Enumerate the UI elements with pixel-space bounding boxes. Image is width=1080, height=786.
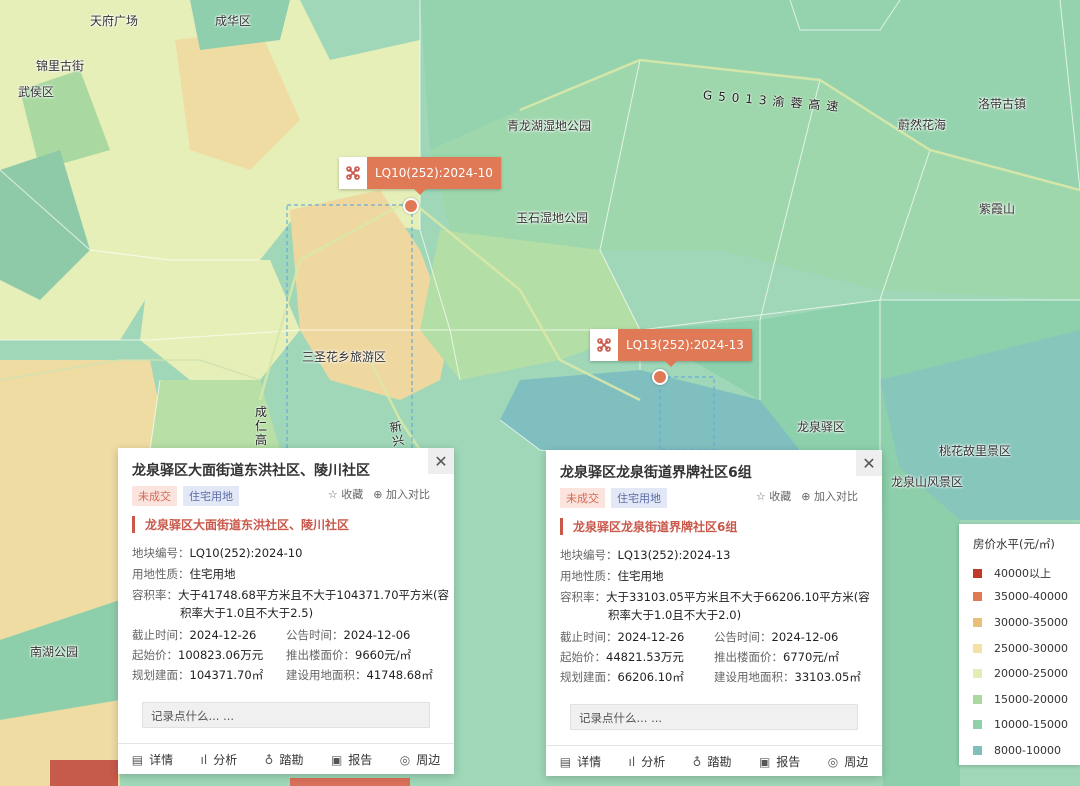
place-label: 成华区: [215, 14, 252, 28]
legend-swatch: [973, 746, 982, 755]
legend-item[interactable]: 35000-40000: [973, 590, 1068, 603]
close-icon[interactable]: ✕: [856, 450, 882, 476]
legend-swatch: [973, 695, 982, 704]
legend-item[interactable]: 20000-25000: [973, 667, 1068, 680]
field-floor-price: 推出楼面价：9660元/㎡: [286, 648, 412, 662]
field-start-price: 起始价：44821.53万元: [560, 650, 684, 664]
report-button[interactable]: ▣ 报告: [759, 753, 800, 770]
place-label: 龙泉驿区: [797, 420, 846, 434]
favorite-button[interactable]: ☆ 收藏: [756, 488, 791, 504]
target-icon: ◎: [399, 752, 411, 767]
field-start-price: 起始价：100823.06万元: [132, 648, 264, 662]
land-pin[interactable]: [403, 198, 419, 214]
drone-icon: [339, 157, 367, 189]
status-badge: 未成交: [132, 486, 177, 506]
footprint-icon: ♁: [264, 752, 274, 767]
nearby-button[interactable]: ◎ 周边: [400, 751, 441, 768]
field-far: 容积率：大于41748.68平方米且不大于104371.70平方米(容: [132, 588, 450, 602]
field-deadline: 截止时间：2024-12-26: [132, 628, 257, 642]
field-use: 用地性质：住宅用地: [560, 569, 664, 583]
legend-item[interactable]: 15000-20000: [973, 693, 1068, 706]
place-label: 三圣花乡旅游区: [302, 350, 387, 364]
popup-title: 龙泉驿区大面街道东洪社区、陵川社区: [132, 463, 370, 479]
legend-swatch: [973, 720, 982, 729]
marker-label: LQ13(252):2024-13: [618, 329, 752, 361]
note-input[interactable]: 记录点什么... ...: [142, 702, 430, 728]
target-icon: ◎: [827, 754, 839, 769]
land-info-popup: ✕ 龙泉驿区大面街道东洪社区、陵川社区 未成交 住宅用地 ☆ 收藏 ⊕ 加入对比…: [118, 448, 454, 774]
status-badge: 未成交: [560, 488, 605, 508]
legend-item[interactable]: 30000-35000: [973, 616, 1068, 629]
field-id: 地块编号：LQ13(252):2024-13: [560, 548, 731, 562]
close-icon[interactable]: ✕: [428, 448, 454, 474]
nearby-button[interactable]: ◎ 周边: [828, 753, 869, 770]
field-land-area: 建设用地面积：41748.68㎡: [286, 668, 433, 682]
field-floor-price: 推出楼面价：6770元/㎡: [714, 650, 840, 664]
place-label: 洛带古镇: [978, 97, 1027, 111]
field-notice: 公告时间：2024-12-06: [286, 628, 411, 642]
popup-subtitle: 龙泉驿区大面街道东洪社区、陵川社区: [132, 516, 349, 533]
bar-chart-icon: ıl: [200, 752, 208, 767]
place-label: 玉石湿地公园: [516, 211, 589, 225]
legend-swatch: [973, 644, 982, 653]
footprint-icon: ♁: [692, 754, 702, 769]
legend-item[interactable]: 8000-10000: [973, 744, 1061, 757]
field-land-area: 建设用地面积：33103.05㎡: [714, 670, 861, 684]
survey-button[interactable]: ♁ 踏勘: [693, 753, 732, 770]
legend-swatch: [973, 618, 982, 627]
report-icon: ▣: [758, 754, 771, 769]
landtype-badge: 住宅用地: [183, 486, 239, 506]
field-far-cont: 积率大于1.0且不大于2.0): [608, 608, 742, 622]
place-label: 南湖公园: [30, 645, 79, 659]
place-label: 锦里古街: [36, 59, 85, 73]
survey-button[interactable]: ♁ 踏勘: [265, 751, 304, 768]
land-marker-tag[interactable]: LQ13(252):2024-13: [590, 329, 752, 367]
legend-item[interactable]: 40000以上: [973, 565, 1051, 581]
report-icon: ▣: [330, 752, 343, 767]
legend-item[interactable]: 25000-30000: [973, 642, 1068, 655]
add-compare-button[interactable]: ⊕ 加入对比: [373, 486, 430, 502]
add-compare-button[interactable]: ⊕ 加入对比: [801, 488, 858, 504]
drone-icon: [590, 329, 618, 361]
legend-swatch: [973, 592, 982, 601]
popup-subtitle: 龙泉驿区龙泉街道界牌社区6组: [560, 518, 737, 535]
land-info-popup: ✕ 龙泉驿区龙泉街道界牌社区6组 未成交 住宅用地 ☆ 收藏 ⊕ 加入对比 龙泉…: [546, 450, 882, 776]
legend-title: 房价水平(元/㎡): [973, 537, 1055, 551]
popup-title: 龙泉驿区龙泉街道界牌社区6组: [560, 465, 752, 481]
detail-button[interactable]: ▤ 详情: [132, 751, 173, 768]
place-label: 龙泉山风景区: [891, 475, 964, 489]
field-deadline: 截止时间：2024-12-26: [560, 630, 685, 644]
field-use: 用地性质：住宅用地: [132, 567, 236, 581]
place-label: 天府广场: [90, 14, 139, 28]
place-label: 武侯区: [18, 85, 55, 99]
marker-label: LQ10(252):2024-10: [367, 157, 501, 189]
analysis-button[interactable]: ıl 分析: [629, 753, 666, 770]
favorite-button[interactable]: ☆ 收藏: [328, 486, 363, 502]
place-label: 蔚然花海: [898, 118, 947, 132]
price-legend: 房价水平(元/㎡) 40000以上 35000-40000 30000-3500…: [959, 524, 1080, 765]
legend-swatch: [973, 568, 982, 578]
field-id: 地块编号：LQ10(252):2024-10: [132, 546, 303, 560]
land-marker-tag[interactable]: LQ10(252):2024-10: [339, 157, 501, 195]
analysis-button[interactable]: ıl 分析: [201, 751, 238, 768]
legend-item[interactable]: 10000-15000: [973, 718, 1068, 731]
field-plan-area: 规划建面：104371.70㎡: [132, 668, 264, 682]
field-far: 容积率：大于33103.05平方米且不大于66206.10平方米(容: [560, 590, 870, 604]
field-notice: 公告时间：2024-12-06: [714, 630, 839, 644]
place-label: 紫霞山: [979, 202, 1016, 216]
place-label: 青龙湖湿地公园: [507, 119, 592, 133]
detail-button[interactable]: ▤ 详情: [560, 753, 601, 770]
bar-chart-icon: ıl: [628, 754, 636, 769]
field-plan-area: 规划建面：66206.10㎡: [560, 670, 684, 684]
place-label: 桃花故里景区: [939, 444, 1012, 458]
field-far-cont: 积率大于1.0且不大于2.5): [180, 606, 314, 620]
road-label-chengren: 成仁高: [254, 405, 267, 447]
land-pin[interactable]: [652, 369, 668, 385]
note-input[interactable]: 记录点什么... ...: [570, 704, 858, 730]
document-icon: ▤: [559, 754, 572, 769]
landtype-badge: 住宅用地: [611, 488, 667, 508]
report-button[interactable]: ▣ 报告: [331, 751, 372, 768]
document-icon: ▤: [131, 752, 144, 767]
legend-swatch: [973, 669, 982, 678]
